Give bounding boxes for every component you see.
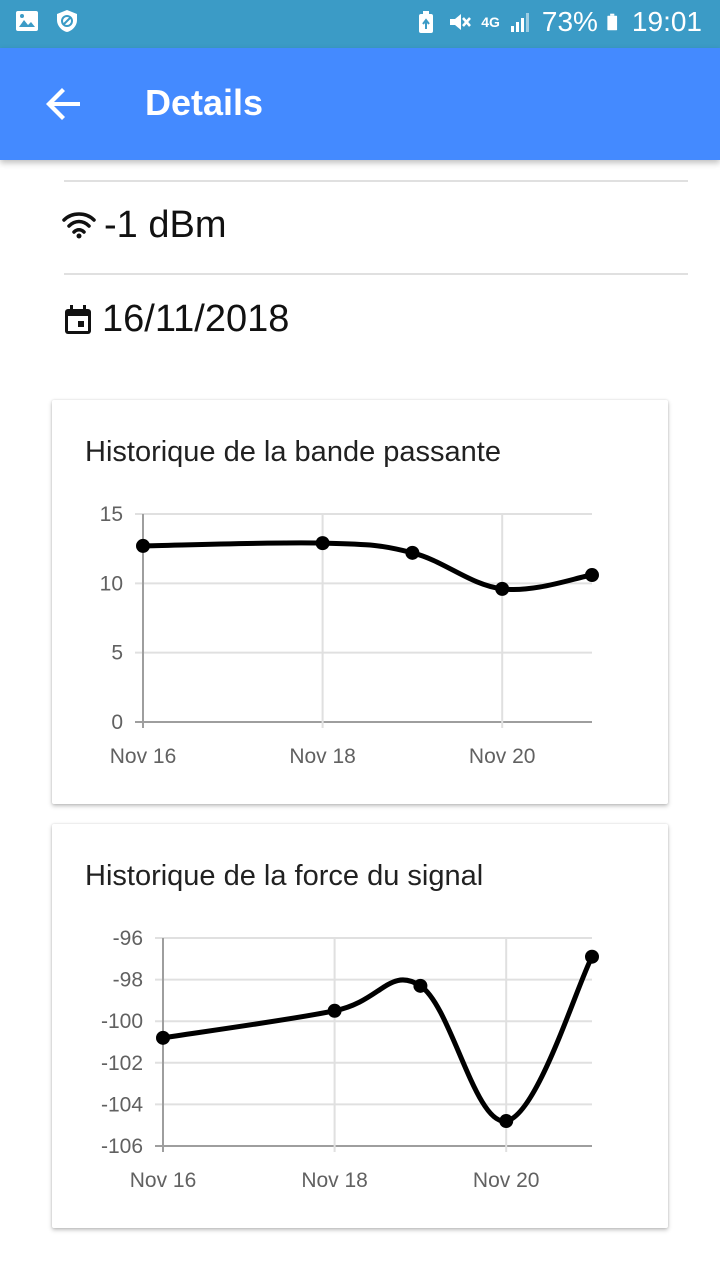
y-tick-label: -102	[101, 1052, 143, 1075]
data-point	[315, 536, 330, 551]
y-tick-label: -96	[113, 927, 143, 950]
bandwidth-history-card: Historique de la bande passante 15 10 5 0 No…	[52, 400, 668, 804]
x-tick-label: Nov 18	[289, 745, 356, 768]
y-tick-label: 5	[111, 642, 123, 665]
data-point	[585, 949, 599, 964]
data-point	[405, 545, 420, 560]
y-tick-label: -106	[101, 1135, 143, 1158]
data-point	[156, 1030, 170, 1045]
signal-history-card: Historique de la force du signal -96 -98-…	[52, 824, 668, 1228]
data-point	[413, 978, 428, 993]
data-point	[585, 568, 599, 583]
date-value: 16/11/2018	[102, 298, 290, 340]
divider	[64, 180, 688, 182]
data-point	[327, 1003, 342, 1018]
y-tick-label: 0	[111, 711, 123, 734]
signal-chart: -96 -98 -100 -102 -104 -106 Nov 16 Nov 18 Nov 20	[101, 927, 599, 1192]
x-tick-label: Nov 18	[301, 1169, 368, 1192]
calendar-icon	[65, 304, 91, 334]
y-tick-label: -100	[101, 1010, 143, 1033]
y-tick-label: -104	[101, 1093, 143, 1116]
battery-icon	[607, 13, 617, 31]
y-tick-label: 15	[100, 503, 123, 526]
network-4g-icon: 4G	[481, 14, 500, 30]
data-point	[136, 538, 150, 553]
divider	[64, 273, 688, 275]
data-point	[499, 1114, 514, 1129]
arrow-back-icon[interactable]	[40, 80, 88, 128]
page-title: Details	[145, 82, 264, 123]
status-bar: 4G 73% 19:01	[0, 0, 720, 48]
x-tick-label: Nov 16	[130, 1169, 197, 1192]
image-icon	[16, 11, 38, 31]
data-point	[495, 581, 510, 596]
wifi-icon	[62, 211, 96, 238]
bandwidth-chart: 15 10 5 0 Nov 16 Nov 18 Nov 20	[100, 503, 599, 768]
y-tick-label: -98	[113, 969, 143, 992]
y-tick-label: 10	[100, 572, 123, 595]
battery-percent: 73%	[541, 6, 598, 37]
battery-saver-icon	[419, 11, 434, 33]
series-line	[162, 955, 595, 1124]
x-tick-label: Nov 20	[469, 745, 536, 768]
clock: 19:01	[631, 6, 702, 37]
app-bar: Details	[0, 48, 720, 160]
date-row: 16/11/2018	[62, 298, 289, 341]
x-tick-label: Nov 16	[110, 745, 177, 768]
signal-row: -1 dBm	[62, 204, 226, 247]
x-tick-label: Nov 20	[473, 1169, 540, 1192]
signal-value: -1 dBm	[104, 204, 227, 246]
shield-icon	[57, 10, 77, 32]
signal-icon	[510, 13, 529, 32]
mute-icon	[450, 14, 472, 30]
